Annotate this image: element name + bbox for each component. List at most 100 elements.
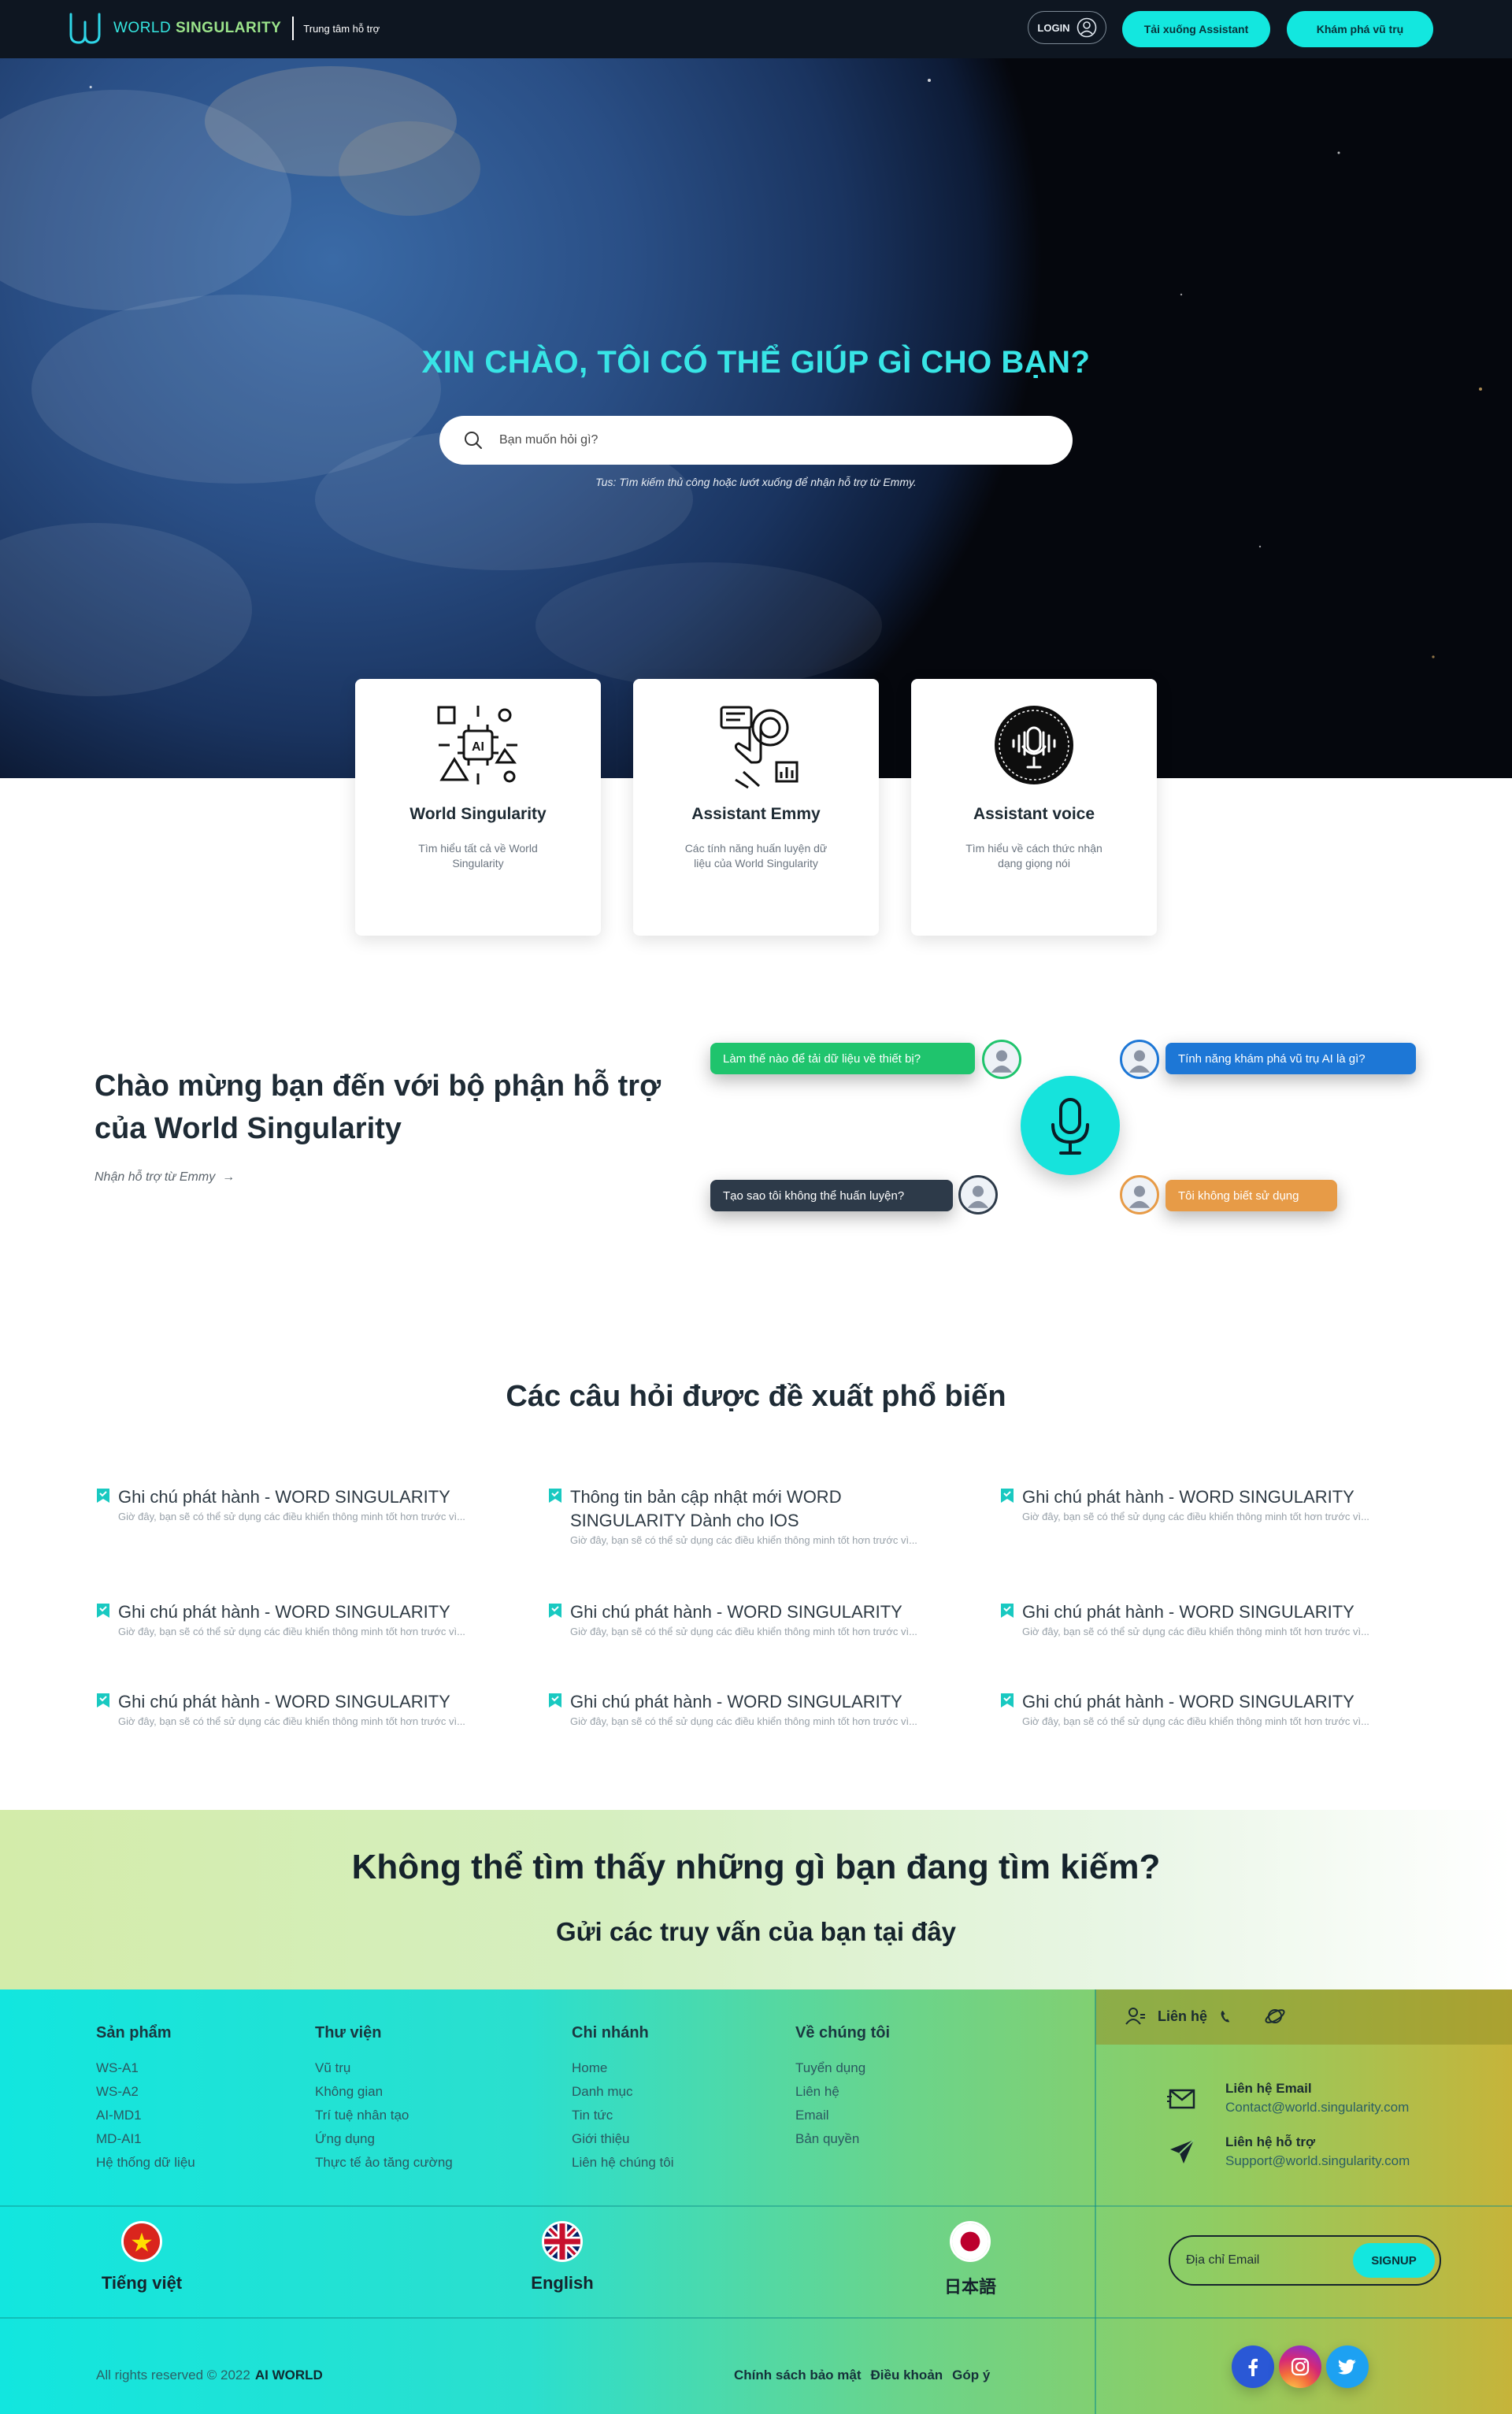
- faq-item[interactable]: Ghi chú phát hành - WORD SINGULARITY Giờ…: [96, 1600, 521, 1637]
- contact-email-value[interactable]: Contact@world.singularity.com: [1225, 2100, 1409, 2115]
- question-bubble[interactable]: Tôi không biết sử dụng: [1166, 1180, 1337, 1211]
- brand-name: WORLD SINGULARITY: [113, 20, 282, 36]
- footer-column-about: Về chúng tôi Tuyển dụng Liên hệ Email Bả…: [795, 2024, 890, 2151]
- copyright-text: All rights reserved © 2022: [96, 2368, 250, 2382]
- faq-question: Ghi chú phát hành - WORD SINGULARITY: [570, 1692, 902, 1711]
- logo-mark-icon: [69, 13, 101, 44]
- newsletter-email-input[interactable]: [1186, 2253, 1343, 2268]
- faq-answer-preview: Giờ đây, bạn sẽ có thể sử dụng các điều …: [1022, 1511, 1369, 1522]
- voice-assistant-button[interactable]: [1021, 1076, 1120, 1175]
- footer-column-title: Thư viện: [315, 2024, 382, 2041]
- get-support-link[interactable]: Nhận hỗ trợ từ Emmy →: [94, 1170, 235, 1185]
- top-navbar: WORLD SINGULARITY Trung tâm hỗ trợ LOGIN…: [0, 0, 1512, 58]
- language-vietnamese[interactable]: Tiếng việt: [63, 2221, 220, 2293]
- login-label: LOGIN: [1037, 21, 1070, 34]
- faq-item[interactable]: Ghi chú phát hành - WORD SINGULARITY Giờ…: [548, 1600, 973, 1637]
- submit-query-link[interactable]: Gửi các truy vấn của bạn tại đây: [0, 1917, 1512, 1947]
- search-input[interactable]: [499, 433, 1051, 447]
- footer-link[interactable]: Liên hệ chúng tôi: [572, 2151, 674, 2175]
- faq-answer-preview: Giờ đây, bạn sẽ có thể sử dụng các điều …: [118, 1626, 465, 1637]
- question-bubble[interactable]: Tính năng khám phá vũ trụ AI là gì?: [1166, 1043, 1416, 1074]
- contact-support-value[interactable]: Support@world.singularity.com: [1225, 2153, 1410, 2169]
- contact-email-label: Liên hệ Email: [1225, 2081, 1312, 2096]
- language-english[interactable]: English: [484, 2221, 641, 2293]
- faq-item[interactable]: Ghi chú phát hành - WORD SINGULARITY Giờ…: [96, 1485, 521, 1522]
- card-title: Assistant voice: [973, 805, 1095, 823]
- download-assistant-button[interactable]: Tải xuống Assistant: [1122, 11, 1270, 47]
- user-avatar-icon: [1122, 1177, 1157, 1212]
- phone-icon[interactable]: [1218, 2008, 1234, 2024]
- footer-link[interactable]: Vũ trụ: [315, 2056, 453, 2080]
- language-label: 日本語: [943, 2277, 996, 2297]
- footer-link[interactable]: Email: [795, 2104, 890, 2127]
- planet-icon[interactable]: [1264, 2005, 1286, 2027]
- footer-link[interactable]: Thực tế ảo tăng cường: [315, 2151, 453, 2175]
- contact-header-label: Liên hệ: [1158, 2008, 1208, 2024]
- faq-question: Thông tin bản cập nhật mới WORD SINGULAR…: [570, 1487, 842, 1530]
- hero-banner: XIN CHÀO, TÔI CÓ THỂ GIÚP GÌ CHO BẠN? Tu…: [0, 58, 1512, 778]
- question-bubble[interactable]: Tạo sao tôi không thể huấn luyện?: [710, 1180, 953, 1211]
- card-assistant-voice[interactable]: Assistant voice Tìm hiểu về cách thức nh…: [911, 679, 1157, 936]
- feedback-link[interactable]: Góp ý: [952, 2368, 990, 2383]
- footer-link[interactable]: Tin tức: [572, 2104, 674, 2127]
- card-description: Tìm hiểu tất cả về World Singularity: [418, 842, 538, 870]
- footer-column-library: Thư viện Vũ trụ Không gian Trí tuệ nhân …: [315, 2024, 453, 2175]
- card-description: Các tính năng huấn luyện dữ liệu của Wor…: [684, 842, 828, 870]
- footer-link[interactable]: WS-A2: [96, 2080, 195, 2104]
- hero-title: XIN CHÀO, TÔI CÓ THỂ GIÚP GÌ CHO BẠN?: [421, 345, 1091, 380]
- language-japanese[interactable]: 日本語: [891, 2221, 1049, 2298]
- footer-link[interactable]: Không gian: [315, 2080, 453, 2104]
- microphone-icon: [1051, 1098, 1089, 1155]
- touch-screen-icon: [720, 706, 799, 789]
- faq-item[interactable]: Ghi chú phát hành - WORD SINGULARITY Giờ…: [96, 1690, 521, 1727]
- bookmark-icon: [549, 1693, 561, 1708]
- footer-link[interactable]: Giới thiệu: [572, 2127, 674, 2151]
- footer-link[interactable]: Tuyển dụng: [795, 2056, 890, 2080]
- faq-question: Ghi chú phát hành - WORD SINGULARITY: [118, 1602, 450, 1622]
- faq-item[interactable]: Ghi chú phát hành - WORD SINGULARITY Giờ…: [1000, 1690, 1425, 1727]
- brand-logo[interactable]: WORLD SINGULARITY Trung tâm hỗ trợ: [68, 11, 380, 46]
- faq-question: Ghi chú phát hành - WORD SINGULARITY: [1022, 1602, 1354, 1622]
- welcome-heading: Chào mừng bạn đến với bộ phận hỗ trợ của…: [94, 1070, 662, 1145]
- faq-item[interactable]: Ghi chú phát hành - WORD SINGULARITY Giờ…: [1000, 1600, 1425, 1637]
- brand-subtitle: Trung tâm hỗ trợ: [303, 22, 380, 35]
- faq-heading: Các câu hỏi được đề xuất phổ biến: [506, 1380, 1006, 1413]
- footer-link[interactable]: Home: [572, 2056, 674, 2080]
- login-button[interactable]: LOGIN: [1028, 11, 1106, 44]
- search-bar[interactable]: [439, 416, 1073, 465]
- terms-link[interactable]: Điều khoản: [871, 2368, 943, 2383]
- faq-question: Ghi chú phát hành - WORD SINGULARITY: [570, 1602, 902, 1622]
- copyright-brand: AI WORLD: [254, 2368, 323, 2382]
- footer-link[interactable]: MD-AI1: [96, 2127, 195, 2151]
- signup-button[interactable]: SIGNUP: [1353, 2243, 1435, 2278]
- privacy-policy-link[interactable]: Chính sách bảo mật: [734, 2368, 862, 2383]
- policy-links: Chính sách bảo mật Điều khoản Góp ý: [734, 2368, 990, 2383]
- vietnam-flag-icon: [121, 2221, 162, 2262]
- explore-universe-button[interactable]: Khám phá vũ trụ: [1287, 11, 1433, 47]
- faq-item[interactable]: Thông tin bản cập nhật mới WORD SINGULAR…: [548, 1485, 973, 1546]
- faq-answer-preview: Giờ đây, bạn sẽ có thể sử dụng các điều …: [1022, 1626, 1369, 1637]
- card-assistant-emmy[interactable]: Assistant Emmy Các tính năng huấn luyện …: [633, 679, 879, 936]
- user-circle-icon: [1077, 17, 1096, 38]
- mail-icon: [1167, 2089, 1195, 2109]
- avatar: [958, 1175, 998, 1214]
- footer-link[interactable]: Bản quyền: [795, 2127, 890, 2151]
- card-world-singularity[interactable]: AI World Singularity Tìm hiểu tất cả về …: [355, 679, 601, 936]
- footer-link[interactable]: AI-MD1: [96, 2104, 195, 2127]
- instagram-link[interactable]: [1279, 2345, 1321, 2388]
- twitter-link[interactable]: [1326, 2345, 1369, 2388]
- faq-item[interactable]: Ghi chú phát hành - WORD SINGULARITY Giờ…: [548, 1690, 973, 1727]
- footer-link[interactable]: Danh mục: [572, 2080, 674, 2104]
- footer-link[interactable]: Ứng dụng: [315, 2127, 453, 2151]
- footer-link[interactable]: Trí tuệ nhân tạo: [315, 2104, 453, 2127]
- faq-item[interactable]: Ghi chú phát hành - WORD SINGULARITY Giờ…: [1000, 1485, 1425, 1522]
- footer-link[interactable]: Hệ thống dữ liệu: [96, 2151, 195, 2175]
- search-icon: [465, 432, 482, 449]
- footer-link[interactable]: Liên hệ: [795, 2080, 890, 2104]
- footer-link[interactable]: WS-A1: [96, 2056, 195, 2080]
- question-bubble[interactable]: Làm thế nào để tải dữ liệu về thiết bị?: [710, 1043, 975, 1074]
- facebook-link[interactable]: [1232, 2345, 1274, 2388]
- faq-question: Ghi chú phát hành - WORD SINGULARITY: [1022, 1692, 1354, 1711]
- voice-mic-icon: [995, 706, 1073, 784]
- avatar: [1120, 1175, 1159, 1214]
